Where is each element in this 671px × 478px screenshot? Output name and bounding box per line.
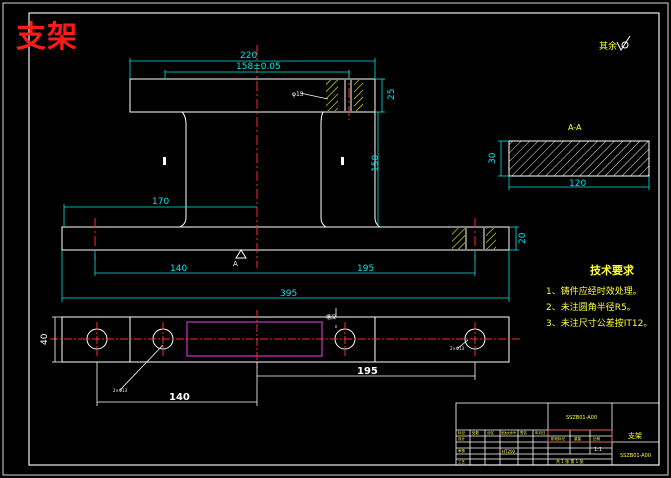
tech-item-3: 3、未注尺寸公差按IT12。 — [546, 317, 652, 329]
svg-text:设计: 设计 — [458, 436, 466, 441]
dim-top-height: 25 — [387, 89, 397, 100]
roughness-note: 其余 — [599, 40, 617, 52]
svg-text:审核: 审核 — [458, 448, 466, 453]
title-block-drawing-no: SSZB01-A00 — [566, 415, 597, 421]
title-block-code: SSZB01-A00 — [620, 453, 651, 459]
svg-text:工艺: 工艺 — [458, 459, 466, 464]
title-block-header-row: 标记 处数 分区 更改文件号 签名 年月日 — [458, 430, 546, 435]
hatch-top-2 — [354, 80, 363, 111]
front-view — [61, 78, 510, 251]
tech-item-2: 2、未注圆角半径R5。 — [546, 301, 636, 313]
svg-text:分区: 分区 — [487, 430, 495, 435]
section-view — [508, 140, 650, 177]
tech-heading: 技术要求 — [590, 263, 635, 277]
section-lines — [344, 80, 485, 249]
tech-item-1: 1、铸件应经时效处理。 — [546, 285, 642, 297]
datum-triangle — [235, 249, 247, 259]
svg-text:年月日: 年月日 — [535, 430, 546, 435]
svg-text:比例: 比例 — [593, 436, 601, 441]
svg-text:签名: 签名 — [520, 430, 527, 435]
outer-border — [2, 2, 669, 476]
dim-top-total: 220 — [240, 51, 257, 61]
title-block-mid-headers: 阶段标记 重量 比例 — [551, 436, 601, 441]
dim-hole-left: 140 — [170, 264, 187, 274]
section-marker-right — [341, 157, 344, 165]
front-centerlines — [94, 45, 476, 268]
dim-section-height: 30 — [488, 152, 498, 164]
front-dimensions — [61, 58, 519, 302]
base-plate — [61, 226, 510, 251]
svg-text:处数: 处数 — [472, 430, 480, 435]
title-block-sheet: 共 1 张 第 1 张 — [556, 458, 583, 464]
hatch-top — [326, 80, 338, 111]
title-block-scale: 1:1 — [594, 447, 602, 453]
section-label: A-A — [568, 123, 582, 132]
svg-text:阶段标记: 阶段标记 — [551, 436, 565, 441]
dim-base-height: 20 — [518, 232, 528, 244]
dim-left-offset: 170 — [152, 197, 169, 207]
dim-section-width: 120 — [569, 179, 586, 189]
title-block-role-column: 设计 审核 工艺 — [458, 436, 466, 464]
hole-note-left: 2×Φ13 — [113, 388, 128, 393]
svg-text:标记: 标记 — [458, 430, 466, 435]
title-block-part-name: 支架 — [628, 431, 642, 440]
title-block-material: HT200 — [502, 449, 516, 454]
hole-note-right: 2×Φ13 — [450, 346, 465, 351]
inner-border — [28, 12, 660, 466]
roughness-icon — [616, 35, 631, 52]
datum-label: A — [233, 260, 238, 268]
svg-text:重量: 重量 — [574, 436, 582, 441]
top-flange — [129, 78, 376, 113]
web-outline-right — [320, 111, 327, 228]
dim-plan-width: 40 — [40, 333, 50, 345]
leader-top — [299, 92, 329, 100]
dim-base-total: 395 — [280, 289, 297, 299]
section-marker-left — [163, 157, 166, 165]
dim-web-height: 150 — [371, 155, 381, 172]
dim-plan-140: 140 — [169, 392, 190, 403]
web-outline — [179, 111, 187, 228]
hatch-base-2 — [486, 228, 496, 249]
dim-plan-195: 195 — [357, 366, 378, 377]
dim-hole-right: 195 — [357, 264, 374, 274]
cad-drawing-canvas: 其余 220 158±0.05 25 150 170 20 140 195 39… — [2, 2, 669, 476]
slot-note: 槽深 — [326, 314, 336, 321]
dim-diameter-top: φ13 — [292, 91, 304, 98]
plan-centerlines — [50, 310, 520, 368]
dim-top-inner: 158±0.05 — [236, 62, 281, 72]
svg-text:更改文件号: 更改文件号 — [501, 430, 516, 435]
hatch-base — [452, 228, 465, 249]
drawing-title: 支架 — [16, 20, 78, 55]
